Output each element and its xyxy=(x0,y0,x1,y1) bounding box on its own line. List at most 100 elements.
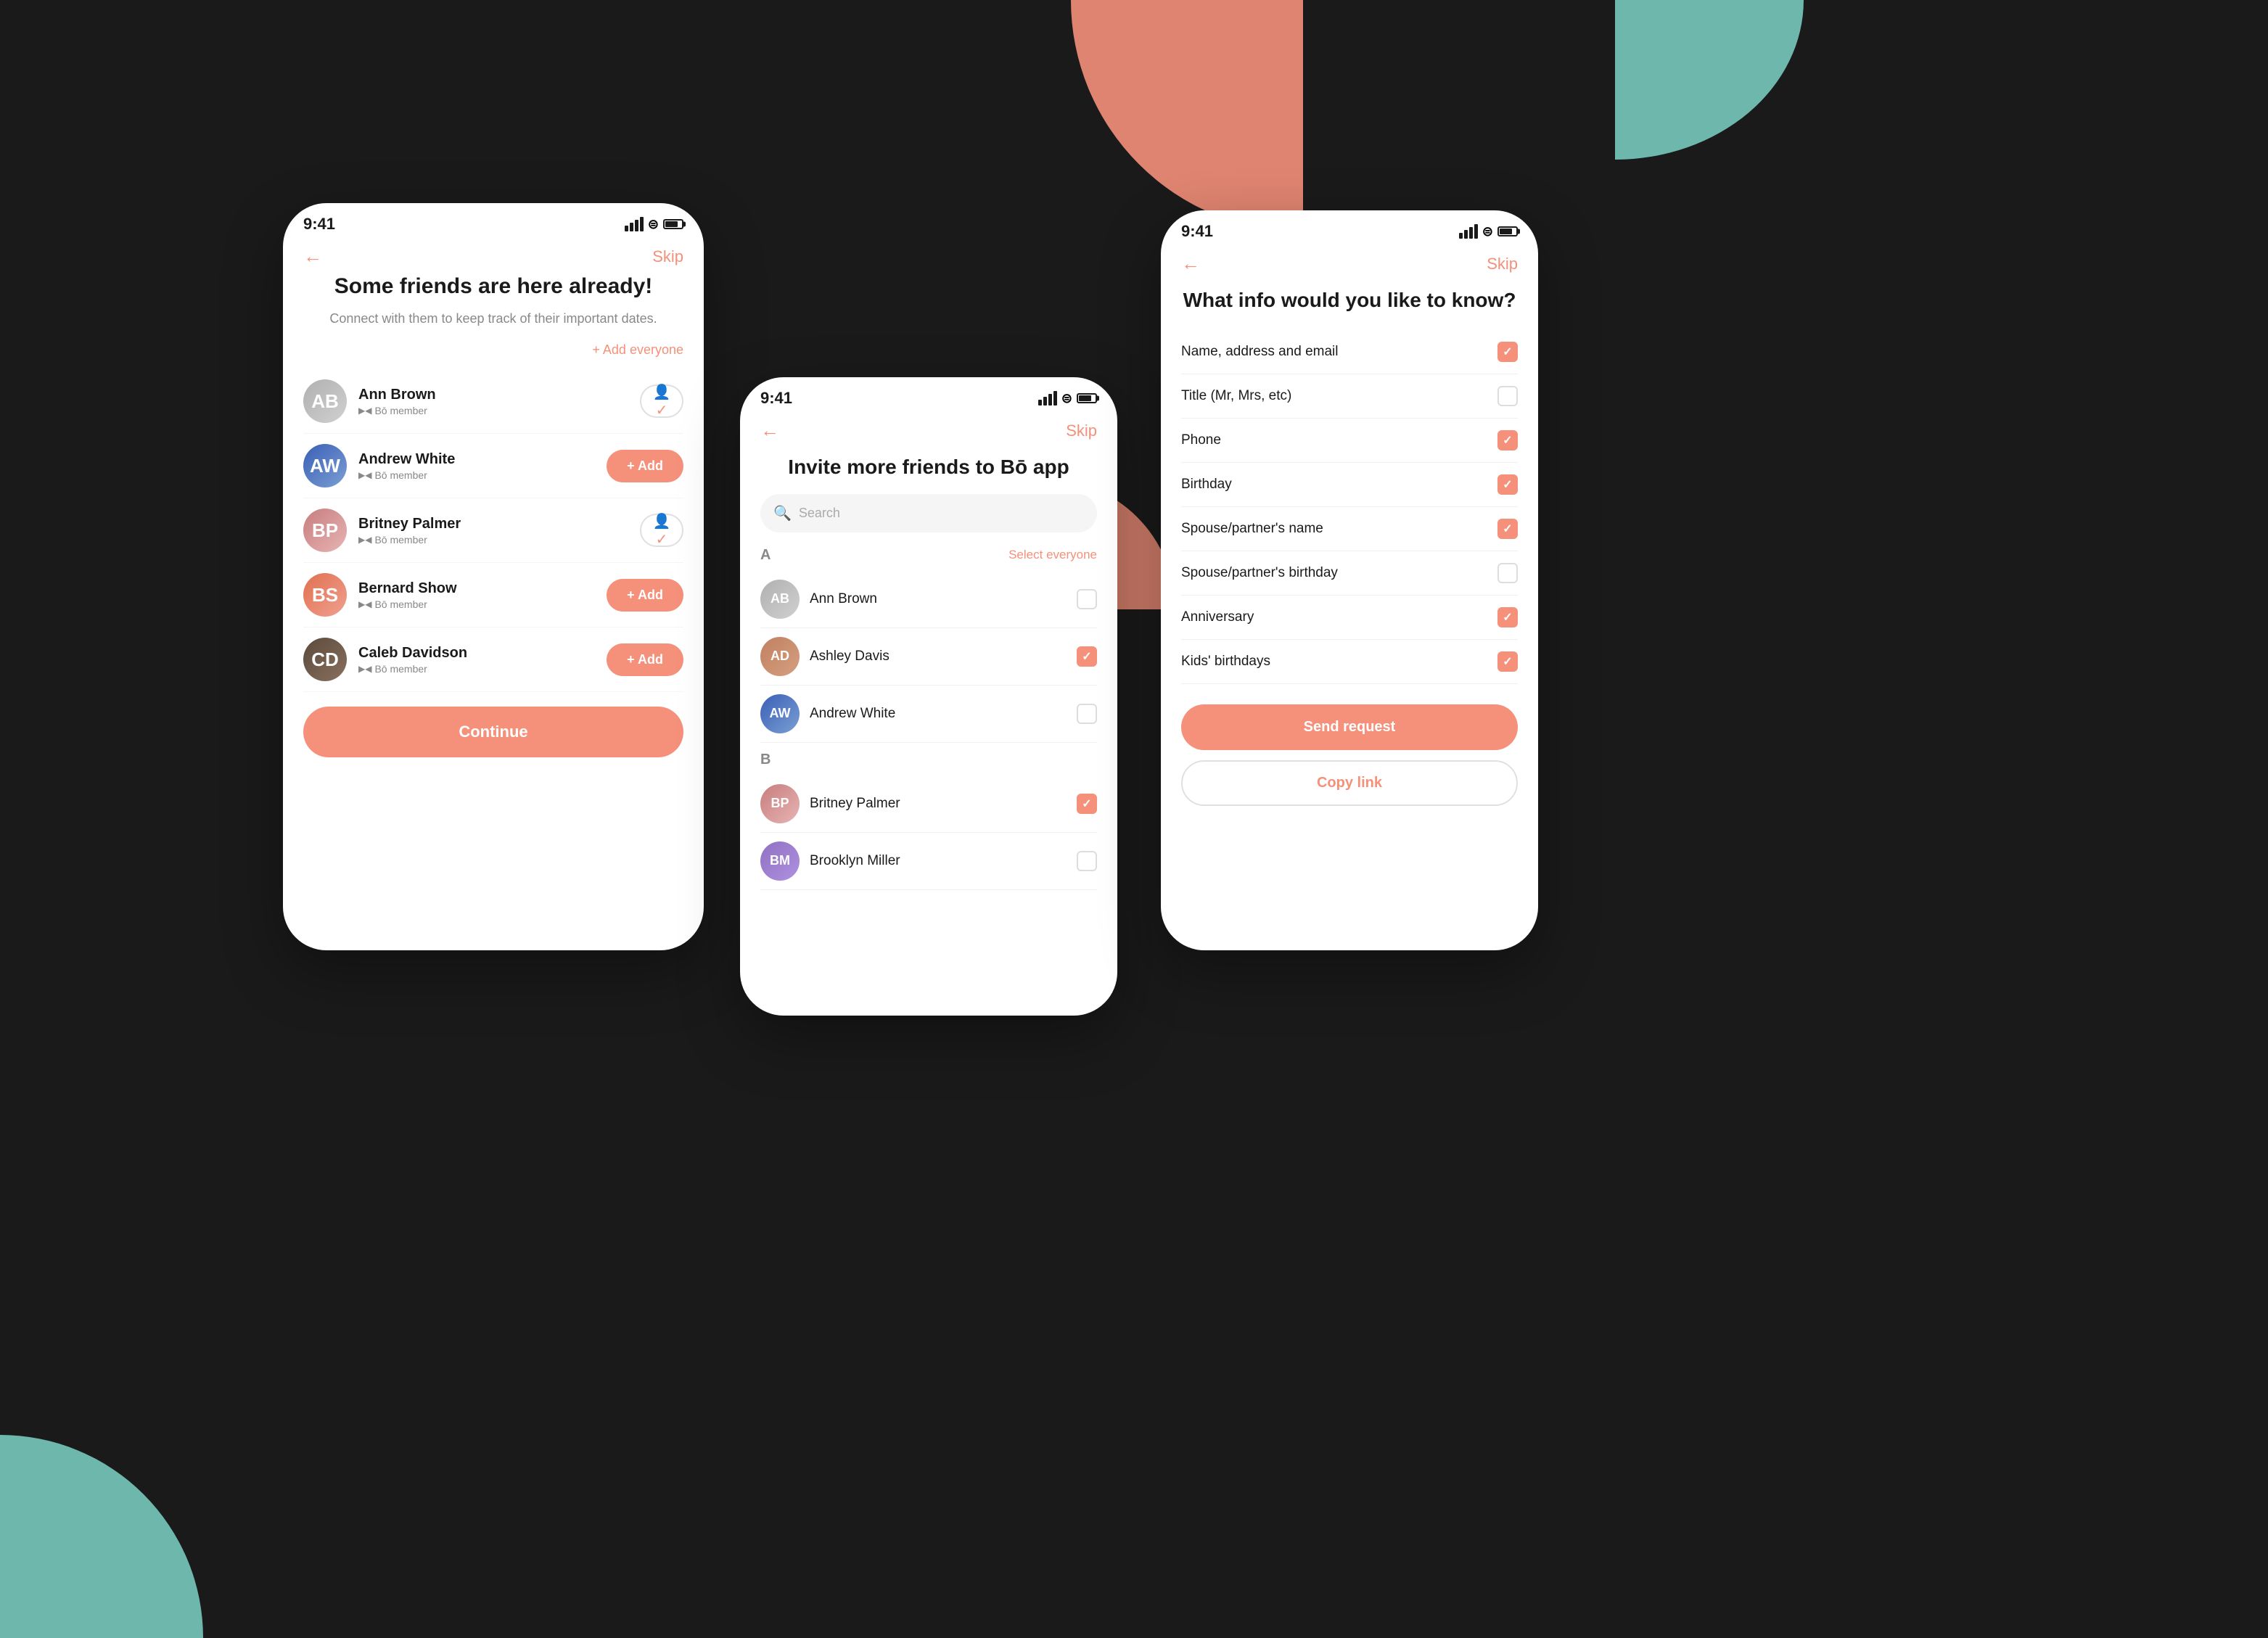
info-row-phone: Phone xyxy=(1181,419,1518,463)
skip-button-1[interactable]: Skip xyxy=(652,247,683,266)
info-label-spouse-bday: Spouse/partner's birthday xyxy=(1181,565,1338,581)
back-button-1[interactable]: ← xyxy=(303,245,322,268)
battery-icon-2 xyxy=(1077,393,1097,403)
time-1: 9:41 xyxy=(303,215,335,234)
signal-icon-1 xyxy=(625,217,644,231)
deco-teal-top-right xyxy=(1615,0,1804,160)
contact-row-brooklyn: BM Brooklyn Miller xyxy=(760,833,1097,890)
checkbox-brooklyn[interactable] xyxy=(1077,851,1097,871)
back-button-2[interactable]: ← xyxy=(760,419,779,442)
info-row-kids: Kids' birthdays xyxy=(1181,640,1518,684)
contact-row-ashley: AD Ashley Davis xyxy=(760,628,1097,686)
search-box[interactable]: 🔍 Search xyxy=(760,494,1097,532)
search-placeholder: Search xyxy=(799,506,840,521)
avatar-bernard: BS xyxy=(303,573,347,617)
checkbox-ashley[interactable] xyxy=(1077,646,1097,667)
screen-content-2: Invite more friends to Bō app 🔍 Search A… xyxy=(740,448,1117,1016)
time-3: 9:41 xyxy=(1181,222,1213,241)
wifi-icon-2: ⊜ xyxy=(1061,391,1072,406)
friend-name-bernard: Bernard Show xyxy=(358,580,607,597)
friend-name-britney: Britney Palmer xyxy=(358,516,640,532)
add-button-andrew[interactable]: + Add xyxy=(607,450,683,482)
skip-button-3[interactable]: Skip xyxy=(1487,255,1518,273)
checkbox-kids[interactable] xyxy=(1497,651,1518,672)
checkbox-ann[interactable] xyxy=(1077,589,1097,609)
friend-badge-bernard: ▶◀ Bō member xyxy=(358,598,607,610)
avatar-brooklyn: BM xyxy=(760,841,800,881)
friend-name-andrew: Andrew White xyxy=(358,451,607,468)
avatar-ann: AB xyxy=(303,379,347,423)
p3-title: What info would you like to know? xyxy=(1181,288,1518,313)
friend-row-bernard: BS Bernard Show ▶◀ Bō member + Add xyxy=(303,563,683,627)
friend-name-ann: Ann Brown xyxy=(358,387,640,403)
screen-content-3: What info would you like to know? Name, … xyxy=(1161,281,1538,950)
added-button-ann[interactable]: 👤✓ xyxy=(640,384,683,418)
copy-link-button[interactable]: Copy link xyxy=(1181,760,1518,806)
friend-badge-britney: ▶◀ Bō member xyxy=(358,534,640,546)
phone-info: 9:41 ⊜ ← Skip What info would you like t… xyxy=(1161,210,1538,950)
section-header-a: A Select everyone xyxy=(760,547,1097,564)
nav-bar-1: ← Skip xyxy=(283,239,704,273)
checkbox-andrew[interactable] xyxy=(1077,704,1097,724)
info-row-spouse-bday: Spouse/partner's birthday xyxy=(1181,551,1518,596)
friend-row-ann: AB Ann Brown ▶◀ Bō member 👤✓ xyxy=(303,369,683,434)
section-header-b: B xyxy=(760,752,1097,768)
info-label-title: Title (Mr, Mrs, etc) xyxy=(1181,388,1291,404)
checkbox-spouse-bday[interactable] xyxy=(1497,563,1518,583)
info-row-name: Name, address and email xyxy=(1181,330,1518,374)
info-row-title: Title (Mr, Mrs, etc) xyxy=(1181,374,1518,419)
contact-name-ann: Ann Brown xyxy=(810,591,1077,607)
contact-row-britney: BP Britney Palmer xyxy=(760,775,1097,833)
added-button-britney[interactable]: 👤✓ xyxy=(640,514,683,547)
skip-button-2[interactable]: Skip xyxy=(1066,421,1097,440)
checkbox-birthday[interactable] xyxy=(1497,474,1518,495)
person-check-icon: 👤✓ xyxy=(653,383,671,419)
friend-name-caleb: Caleb Davidson xyxy=(358,645,607,662)
friend-badge-andrew: ▶◀ Bō member xyxy=(358,469,607,481)
nav-bar-3: ← Skip xyxy=(1161,247,1538,281)
select-everyone-button[interactable]: Select everyone xyxy=(1008,548,1097,562)
add-everyone-button[interactable]: + Add everyone xyxy=(303,342,683,358)
avatar-caleb: CD xyxy=(303,638,347,681)
back-button-3[interactable]: ← xyxy=(1181,252,1200,275)
avatar-andrew: AW xyxy=(303,444,347,487)
continue-button[interactable]: Continue xyxy=(303,707,683,757)
info-label-anniversary: Anniversary xyxy=(1181,609,1254,625)
nav-bar-2: ← Skip xyxy=(740,413,1117,448)
screen-content-1: Some friends are here already! Connect w… xyxy=(283,273,704,950)
add-button-bernard[interactable]: + Add xyxy=(607,579,683,612)
signal-icon-3 xyxy=(1459,224,1478,239)
phone-invite: 9:41 ⊜ ← Skip Invite more friends to Bō … xyxy=(740,377,1117,1016)
avatar-andrew-2: AW xyxy=(760,694,800,733)
wifi-icon-3: ⊜ xyxy=(1482,224,1493,239)
checkbox-title[interactable] xyxy=(1497,386,1518,406)
info-label-name: Name, address and email xyxy=(1181,344,1339,360)
contact-name-britney: Britney Palmer xyxy=(810,796,1077,812)
checkbox-spouse-name[interactable] xyxy=(1497,519,1518,539)
section-letter-a: A xyxy=(760,547,771,564)
status-bar-1: 9:41 ⊜ xyxy=(283,203,704,239)
info-label-birthday: Birthday xyxy=(1181,477,1232,493)
checkbox-britney[interactable] xyxy=(1077,794,1097,814)
p1-title: Some friends are here already! xyxy=(303,273,683,300)
info-row-birthday: Birthday xyxy=(1181,463,1518,507)
checkbox-phone[interactable] xyxy=(1497,430,1518,450)
avatar-ashley: AD xyxy=(760,637,800,676)
friend-row-andrew: AW Andrew White ▶◀ Bō member + Add xyxy=(303,434,683,498)
avatar-ann-2: AB xyxy=(760,580,800,619)
status-icons-3: ⊜ xyxy=(1459,224,1518,239)
send-request-button[interactable]: Send request xyxy=(1181,704,1518,750)
add-button-caleb[interactable]: + Add xyxy=(607,643,683,676)
info-row-anniversary: Anniversary xyxy=(1181,596,1518,640)
checkbox-name[interactable] xyxy=(1497,342,1518,362)
status-bar-3: 9:41 ⊜ xyxy=(1161,210,1538,247)
checkbox-anniversary[interactable] xyxy=(1497,607,1518,627)
status-icons-1: ⊜ xyxy=(625,217,683,232)
friend-badge-caleb: ▶◀ Bō member xyxy=(358,663,607,675)
wifi-icon-1: ⊜ xyxy=(648,217,659,232)
contact-row-andrew: AW Andrew White xyxy=(760,686,1097,743)
signal-icon-2 xyxy=(1038,391,1057,406)
avatar-britney: BP xyxy=(303,509,347,552)
avatar-britney-2: BP xyxy=(760,784,800,823)
info-label-spouse-name: Spouse/partner's name xyxy=(1181,521,1323,537)
